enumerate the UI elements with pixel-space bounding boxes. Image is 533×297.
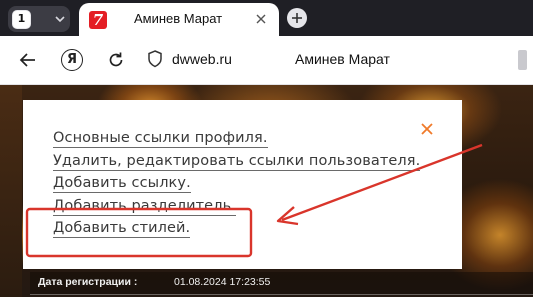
registration-label: Дата регистрации :	[38, 276, 138, 288]
page-title: Аминев Марат	[295, 51, 390, 67]
address-bar-url[interactable]: dwweb.ru	[172, 51, 232, 67]
tab-title: Аминев Марат	[134, 11, 223, 26]
site-favicon-icon: 7	[89, 11, 107, 29]
shield-icon[interactable]	[145, 49, 165, 69]
menu-item-add-styles[interactable]: Добавить стилей.	[53, 220, 420, 243]
tab-strip: 1 7 Аминев Марат	[0, 0, 533, 36]
browser-toolbar: Я dwweb.ru Аминев Марат	[0, 36, 533, 85]
links-modal: Основные ссылки профиля. Удалить, редакт…	[23, 100, 462, 269]
menu-item-edit-links[interactable]: Удалить, редактировать ссылки пользовате…	[53, 152, 421, 176]
yandex-icon[interactable]: Я	[61, 49, 83, 71]
tab-count-badge: 1	[12, 10, 31, 29]
tab-close-icon[interactable]	[255, 13, 267, 25]
menu-item-add-separator[interactable]: Добавить разделитель.	[53, 197, 420, 221]
registration-row: Дата регистрации : 01.08.2024 17:23:55	[30, 272, 533, 295]
links-menu: Основные ссылки профиля. Удалить, редакт…	[53, 130, 421, 243]
tab-group-button[interactable]: 1	[8, 6, 70, 32]
active-tab[interactable]: 7 Аминев Марат	[79, 3, 279, 36]
menu-item-main-links[interactable]: Основные ссылки профиля.	[53, 130, 420, 153]
new-tab-button[interactable]	[287, 8, 307, 28]
menu-item-add-link[interactable]: Добавить ссылку.	[53, 175, 420, 198]
back-arrow-icon[interactable]	[18, 50, 38, 70]
chevron-down-icon	[55, 16, 65, 23]
reload-icon[interactable]	[106, 50, 126, 70]
close-icon[interactable]	[420, 122, 434, 136]
plus-icon	[292, 13, 302, 23]
sidebar-handle[interactable]	[518, 50, 527, 70]
registration-date: 01.08.2024 17:23:55	[174, 276, 271, 288]
